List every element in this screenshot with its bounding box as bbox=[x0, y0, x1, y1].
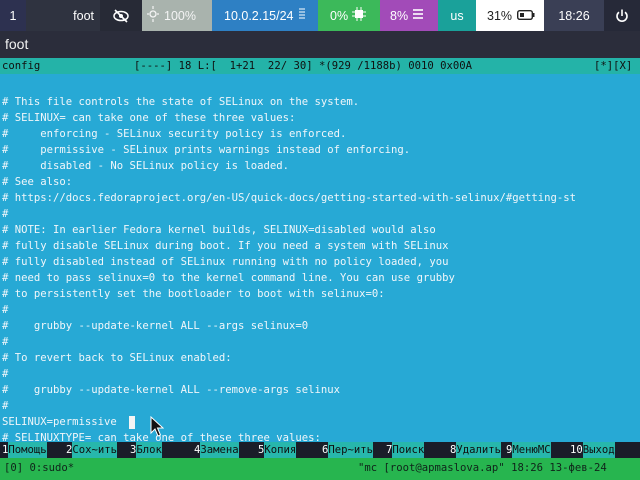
fkey-label: Поиск bbox=[392, 442, 425, 458]
keyboard-layout-label: us bbox=[450, 8, 464, 23]
fkey-10[interactable]: 10Выход bbox=[570, 442, 615, 458]
editor-line: SELINUX=permissive bbox=[2, 416, 117, 428]
tmux-window-list: [0] 0:sudo* bbox=[4, 462, 75, 474]
fkey-9[interactable]: 9МенюMC bbox=[506, 442, 551, 458]
fkey-label: МенюMC bbox=[512, 442, 551, 458]
brightness-value: 100% bbox=[164, 8, 196, 23]
tmux-status-right: "mc [root@apmaslova.ap" 18:26 13-фев-24 bbox=[358, 462, 607, 474]
editor-status-bar: config [----] 18 L:[ 1+21 22/ 30] *(929 … bbox=[0, 58, 640, 74]
fkey-number: 10 bbox=[570, 444, 583, 456]
workspace-label: 1 bbox=[9, 8, 17, 23]
fkey-1[interactable]: 1Помощь bbox=[2, 442, 47, 458]
memory-icon bbox=[412, 8, 424, 23]
editor-line: # bbox=[2, 400, 9, 412]
eye-off-icon[interactable] bbox=[100, 0, 142, 31]
editor-line: # grubby --update-kernel ALL --args seli… bbox=[2, 320, 309, 332]
active-window-title: foot bbox=[26, 0, 100, 31]
memory-module[interactable]: 8% bbox=[380, 0, 438, 31]
editor-line: # bbox=[2, 208, 9, 220]
clock[interactable]: 18:26 bbox=[544, 0, 604, 31]
cpu-value: 0% bbox=[330, 8, 349, 23]
cpu-module[interactable]: 0% bbox=[318, 0, 380, 31]
editor-line: # fully disable SELinux during boot. If … bbox=[2, 240, 449, 252]
editor-line: # bbox=[2, 336, 9, 348]
ip-address: 10.0.2.15/24 bbox=[224, 8, 294, 23]
editor-line: # disabled - No SELinux policy is loaded… bbox=[2, 160, 290, 172]
editor-line: # permissive - SELinux prints warnings i… bbox=[2, 144, 411, 156]
memory-value: 8% bbox=[390, 8, 409, 23]
editor-line: # https://docs.fedoraproject.org/en-US/q… bbox=[2, 192, 577, 204]
fkey-label: Замена bbox=[200, 442, 239, 458]
cpu-icon bbox=[352, 7, 367, 24]
fkey-label: Помощь bbox=[8, 442, 47, 458]
clock-label: 18:26 bbox=[558, 8, 590, 23]
power-icon[interactable] bbox=[604, 0, 640, 31]
fkey-label: Копия bbox=[264, 442, 297, 458]
tmux-status-bar: [0] 0:sudo* "mc [root@apmaslova.ap" 18:2… bbox=[0, 458, 640, 480]
window-titlebar: foot bbox=[0, 31, 640, 58]
fkey-6[interactable]: 6Пер~ить bbox=[322, 442, 374, 458]
brightness-icon bbox=[146, 5, 160, 26]
fkey-7[interactable]: 7Поиск bbox=[386, 442, 425, 458]
fkey-label: Сох~ить bbox=[72, 442, 118, 458]
battery-module[interactable]: 31% bbox=[476, 0, 544, 31]
mouse-pointer-icon bbox=[150, 416, 164, 437]
active-window-label: foot bbox=[73, 8, 94, 23]
battery-value: 31% bbox=[487, 8, 513, 23]
fkey-3[interactable]: 3Блок bbox=[130, 442, 162, 458]
editor-line: # This file controls the state of SELinu… bbox=[2, 96, 360, 108]
editor-line: # bbox=[2, 368, 9, 380]
brightness-module[interactable]: 100% bbox=[142, 0, 212, 31]
fkey-label: Блок bbox=[136, 442, 162, 458]
editor-line: # to persistently set the bootloader to … bbox=[2, 288, 385, 300]
editor-line: # To revert back to SELinux enabled: bbox=[2, 352, 232, 364]
fkey-label: Удалить bbox=[456, 442, 502, 458]
status-flags: [*][X] bbox=[594, 60, 633, 72]
editor-line: # See also: bbox=[2, 176, 73, 188]
fkey-4[interactable]: 4Замена bbox=[194, 442, 239, 458]
text-cursor bbox=[129, 416, 135, 429]
editor-line: # need to pass selinux=0 to the kernel c… bbox=[2, 272, 455, 284]
fkey-label: Выход bbox=[582, 442, 615, 458]
window-title: foot bbox=[5, 36, 29, 52]
editor-line: # SELINUX= can take one of these three v… bbox=[2, 112, 296, 124]
network-module[interactable]: 10.0.2.15/24 bbox=[212, 0, 318, 31]
editor-line: # grubby --update-kernel ALL --remove-ar… bbox=[2, 384, 341, 396]
terminal[interactable]: config [----] 18 L:[ 1+21 22/ 30] *(929 … bbox=[0, 58, 640, 480]
fkey-5[interactable]: 5Копия bbox=[258, 442, 297, 458]
status-info: [----] 18 L:[ 1+21 22/ 30] *(929 /1188b)… bbox=[134, 60, 473, 72]
editor-line: # fully disabled instead of SELinux runn… bbox=[2, 256, 449, 268]
fkey-label: Пер~ить bbox=[328, 442, 374, 458]
top-panel: 1 foot 100% 10.0.2.15/24 0% 8% us 31% 18… bbox=[0, 0, 640, 31]
battery-icon bbox=[517, 9, 535, 23]
fkey-8[interactable]: 8Удалить bbox=[450, 442, 502, 458]
fkey-2[interactable]: 2Сох~ить bbox=[66, 442, 118, 458]
network-icon bbox=[298, 6, 306, 25]
keyboard-layout[interactable]: us bbox=[438, 0, 476, 31]
editor-line: # bbox=[2, 304, 9, 316]
workspace-button[interactable]: 1 bbox=[0, 0, 26, 31]
function-key-bar: 1Помощь 2Сох~ить 3Блок 4Замена 5Копия 6Пер~ит… bbox=[0, 442, 640, 458]
status-filename: config bbox=[2, 60, 41, 72]
editor-line: # enforcing - SELinux security policy is… bbox=[2, 128, 347, 140]
editor-line: # NOTE: In earlier Fedora kernel builds,… bbox=[2, 224, 436, 236]
